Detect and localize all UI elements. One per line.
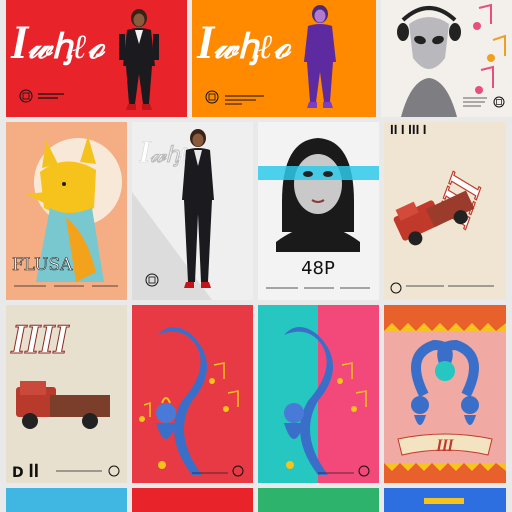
bottom-accent: [424, 498, 464, 504]
woman-portrait-illustration: 48P: [258, 122, 379, 300]
svg-text:ꟾ𝓌ꞕℓℴ: ꟾ𝓌ꞕℓℴ: [10, 27, 106, 67]
poster-tile-alien-headphones[interactable]: [381, 0, 512, 117]
fox-illustration: FLUSA: [6, 122, 127, 300]
poster-tile-grey-businesswoman[interactable]: ꟾ𝓌ꞕℓℴ: [132, 122, 253, 300]
poster-tile-snake-teal[interactable]: [258, 305, 379, 483]
poster-tile-truck-cream[interactable]: ꟾꟾꟾꟾ D ꟾꟾ: [6, 305, 127, 483]
truck-cream-illustration: ꟾꟾꟾꟾ D ꟾꟾ: [6, 305, 127, 483]
svg-text:ꟾꟾꟾꟾ: ꟾꟾꟾꟾ: [10, 325, 70, 361]
portrait-heading: 48P: [301, 258, 335, 279]
snake-red-illustration: [132, 305, 253, 483]
poster-tile-bottom-2[interactable]: [132, 488, 253, 512]
fox-heading: FLUSA: [12, 255, 73, 275]
svg-text:D ꟾꟾ: D ꟾꟾ: [12, 463, 39, 481]
grey-businesswoman-illustration: ꟾ𝓌ꞕℓℴ: [132, 122, 253, 300]
poster-tile-red-businesswoman[interactable]: ꟾ𝓌ꞕℓℴ: [6, 0, 187, 117]
snake-teal-illustration: [258, 305, 379, 483]
svg-text:ꟾꟾ ꟾ ꟾꟾꟾ ꟾ: ꟾꟾ ꟾ ꟾꟾꟾ ꟾ: [390, 124, 427, 137]
businesswoman-illustration: ꟾ𝓌ꞕℓℴ: [6, 0, 187, 117]
poster-tile-bottom-1[interactable]: [6, 488, 127, 512]
snakes-pattern-illustration: ꟾꟾꟾ: [384, 305, 506, 483]
poster-grid: ꟾ𝓌ꞕℓℴ ꟾ𝓌ꞕℓℴ FLUSA ꟾ𝓌ꞕℓℴ 48P ꟾꟾ ꟾ ꟾꟾꟾ ꟾ ꟾ…: [0, 0, 512, 512]
poster-tile-bottom-4[interactable]: [384, 488, 506, 512]
poster-tile-snakes-pattern[interactable]: ꟾꟾꟾ: [384, 305, 506, 483]
poster-tile-fox[interactable]: FLUSA: [6, 122, 127, 300]
businesswoman-purple-illustration: ꟾ𝓌ꞕℓℴ: [192, 0, 376, 117]
poster-tile-bottom-3[interactable]: [258, 488, 379, 512]
poster-tile-red-truck[interactable]: ꟾꟾ ꟾ ꟾꟾꟾ ꟾ ꟾꟾꟾ: [384, 122, 506, 300]
alien-headphones-illustration: [381, 0, 512, 117]
red-truck-illustration: ꟾꟾ ꟾ ꟾꟾꟾ ꟾ ꟾꟾꟾ: [384, 122, 506, 300]
poster-tile-snake-red[interactable]: [132, 305, 253, 483]
svg-text:ꟾꟾꟾ: ꟾꟾꟾ: [436, 439, 455, 454]
svg-text:ꟾ𝓌ꞕℓℴ: ꟾ𝓌ꞕℓℴ: [196, 27, 292, 67]
poster-tile-woman-portrait[interactable]: 48P: [258, 122, 379, 300]
poster-tile-orange-businesswoman[interactable]: ꟾ𝓌ꞕℓℴ: [192, 0, 376, 117]
